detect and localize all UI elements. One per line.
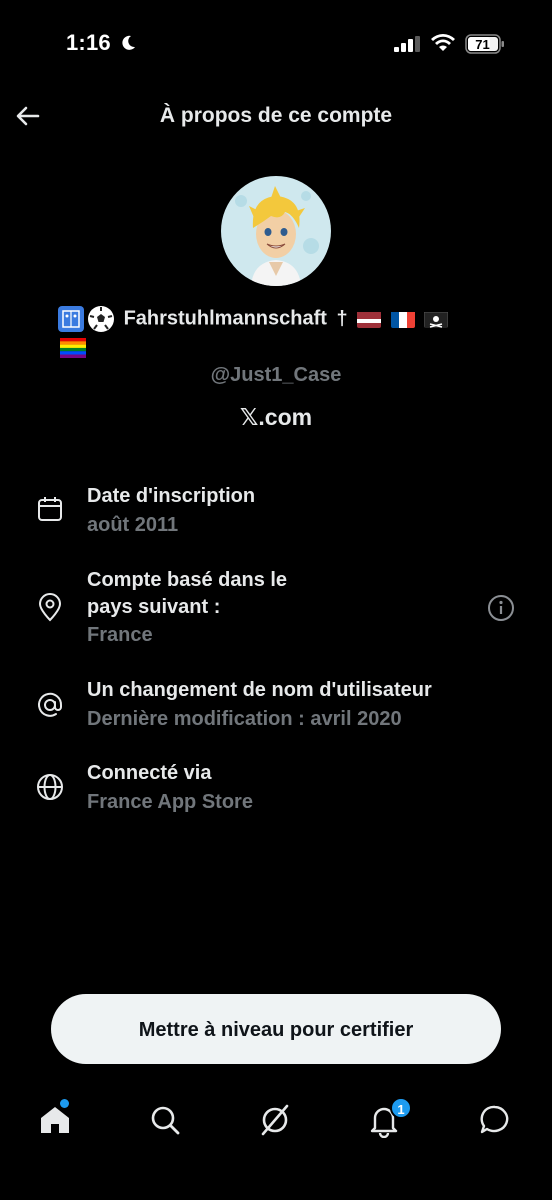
display-name: Fahrstuhlmannschaft † bbox=[58, 304, 498, 333]
connected-via-title: Connecté via bbox=[87, 762, 212, 784]
bottom-tab-bar bbox=[0, 1090, 552, 1150]
location-title-line2: pays suivant : bbox=[87, 596, 221, 618]
search-icon[interactable] bbox=[147, 1102, 183, 1138]
info-icon[interactable] bbox=[486, 593, 516, 623]
home-icon[interactable] bbox=[37, 1102, 73, 1138]
upgrade-verify-button[interactable]: Mettre à niveau pour certifier bbox=[51, 994, 501, 1064]
joined-date-title: Date d'inscription bbox=[87, 485, 256, 507]
elevator-emoji-icon bbox=[58, 305, 84, 332]
latvia-flag-icon bbox=[357, 310, 382, 328]
calendar-icon bbox=[38, 497, 62, 521]
messages-icon[interactable] bbox=[477, 1102, 513, 1138]
connected-via-row: Connecté via France App Store bbox=[0, 757, 552, 817]
cellular-signal-icon bbox=[394, 36, 420, 52]
france-flag-icon bbox=[390, 310, 415, 328]
username-change-value: Dernière modification : avril 2020 bbox=[87, 708, 402, 730]
soccer-ball-icon bbox=[88, 305, 114, 332]
notifications-badge: 1 bbox=[390, 1097, 412, 1119]
avatar-image bbox=[221, 176, 331, 286]
pirate-flag-icon bbox=[424, 310, 449, 328]
username-handle: @Just1_Case bbox=[210, 364, 342, 386]
site-label: 𝕏.com bbox=[239, 404, 313, 430]
location-title-line1: Compte basé dans le bbox=[87, 569, 288, 591]
display-name-text: Fahrstuhlmannschaft bbox=[123, 307, 327, 330]
location-value: France bbox=[87, 624, 153, 646]
status-bar: 1:16 71 bbox=[0, 0, 552, 88]
moon-icon bbox=[122, 35, 135, 50]
joined-date-value: août 2011 bbox=[87, 514, 179, 536]
dagger-icon: † bbox=[336, 307, 348, 330]
at-sign-icon bbox=[38, 692, 63, 717]
location-pin-icon bbox=[38, 593, 62, 622]
location-row: Compte basé dans le pays suivant : Franc… bbox=[0, 565, 552, 655]
username-change-row: Un changement de nom d'utilisateur Derni… bbox=[0, 674, 552, 734]
avatar[interactable] bbox=[221, 176, 331, 286]
wifi-icon bbox=[431, 34, 455, 51]
status-time: 1:16 bbox=[66, 30, 111, 55]
battery-level: 71 bbox=[475, 37, 490, 52]
joined-date-row: Date d'inscription août 2011 bbox=[0, 480, 552, 540]
home-unread-dot bbox=[60, 1099, 69, 1108]
connected-via-value: France App Store bbox=[87, 791, 253, 813]
grok-icon[interactable] bbox=[257, 1102, 293, 1138]
rainbow-flag-icon bbox=[60, 338, 86, 358]
globe-icon bbox=[37, 774, 63, 800]
username-change-title: Un changement de nom d'utilisateur bbox=[87, 679, 432, 701]
header: À propos de ce compte bbox=[0, 92, 552, 140]
page-title: À propos de ce compte bbox=[159, 104, 393, 127]
